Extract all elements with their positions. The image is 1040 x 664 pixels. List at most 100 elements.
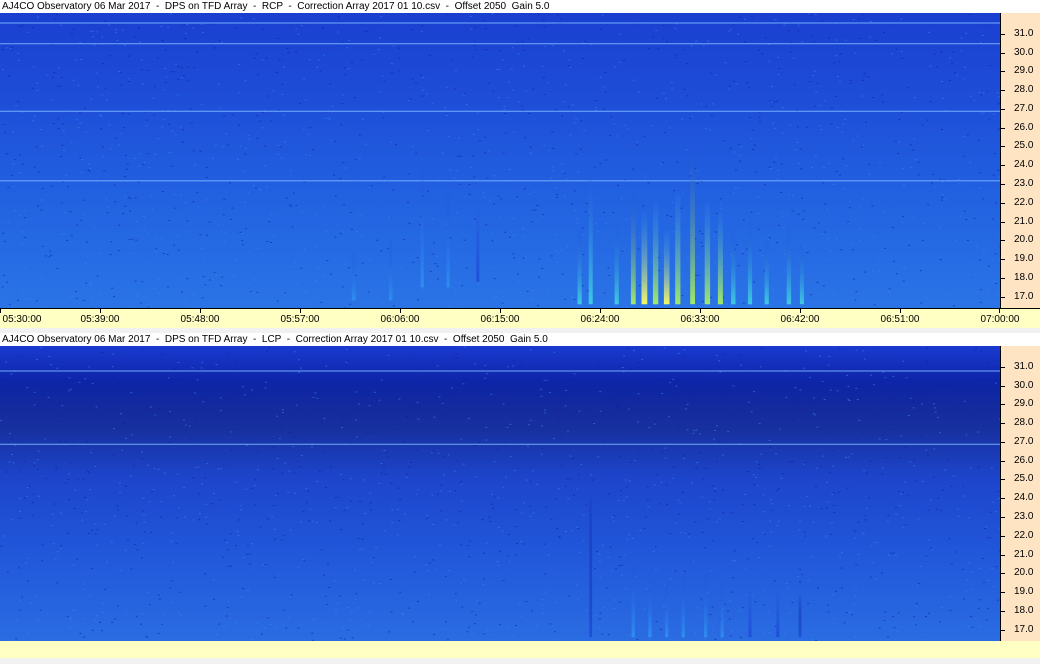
y-tick-label: 22.0 xyxy=(1014,529,1034,541)
x-tick-label: 06:06:00 xyxy=(380,314,420,325)
time-axis: 05:30:00 05:39:00 05:48:00 05:57:00 06:06:00… xyxy=(0,308,1040,328)
y-tick-label: 21.0 xyxy=(1014,215,1034,227)
burst-streak xyxy=(776,592,780,638)
lcp-time-axis-strip xyxy=(0,641,1040,658)
y-tick xyxy=(1001,71,1005,73)
interference-line xyxy=(0,43,1000,45)
x-tick-label: 06:15:00 xyxy=(480,314,520,325)
interference-line xyxy=(0,22,1000,24)
rcp-frequency-axis: 31.0 30.0 29.0 28.0 27.0 26.0 25.0 24.0 23.0 22.0… xyxy=(1000,13,1040,308)
burst-streak xyxy=(476,212,480,282)
burst-streak xyxy=(652,202,659,305)
burst-streak xyxy=(630,193,636,305)
y-tick xyxy=(1001,404,1005,406)
y-tick xyxy=(1001,554,1005,556)
lcp-spectrogram-svg xyxy=(0,346,1000,641)
burst-streak xyxy=(675,193,681,305)
y-tick-label: 27.0 xyxy=(1014,435,1034,447)
noise-texture xyxy=(0,346,1000,641)
y-tick-label: 22.0 xyxy=(1014,196,1034,208)
y-tick xyxy=(1001,535,1005,537)
burst-streak xyxy=(731,231,736,305)
burst-streak xyxy=(690,146,695,305)
burst-streak xyxy=(614,221,619,305)
burst-streak xyxy=(720,582,724,638)
y-tick-label: 24.0 xyxy=(1014,492,1034,504)
y-tick xyxy=(1001,127,1005,129)
y-tick xyxy=(1001,90,1005,91)
y-tick xyxy=(1001,202,1005,204)
y-tick xyxy=(1001,240,1005,242)
interference-line xyxy=(0,180,1000,182)
y-tick-label: 26.0 xyxy=(1014,454,1034,466)
y-tick xyxy=(1001,498,1005,500)
y-tick-label: 28.0 xyxy=(1014,417,1034,428)
y-tick-label: 19.0 xyxy=(1014,253,1034,265)
y-tick xyxy=(1001,479,1005,481)
burst-streak xyxy=(681,573,685,638)
burst-streak xyxy=(589,498,593,638)
lcp-spectrogram xyxy=(0,346,1000,641)
burst-streak xyxy=(631,564,635,638)
x-tick xyxy=(200,309,201,313)
y-tick xyxy=(1001,296,1005,298)
burst-streak xyxy=(648,573,652,638)
burst-streak xyxy=(641,212,648,305)
x-tick xyxy=(600,309,601,313)
y-tick-label: 27.0 xyxy=(1014,102,1034,114)
interference-line xyxy=(0,443,1000,445)
y-tick xyxy=(1001,165,1005,167)
x-tick xyxy=(999,309,1000,313)
y-tick xyxy=(1001,277,1005,279)
rcp-panel-title: AJ4CO Observatory 06 Mar 2017 - DPS on T… xyxy=(0,0,1040,13)
y-tick-label: 31.0 xyxy=(1014,27,1034,39)
rcp-spectrogram xyxy=(0,13,1000,308)
x-tick-label: 07:00:00 xyxy=(980,314,1020,325)
y-tick-label: 19.0 xyxy=(1014,586,1034,598)
burst-streak xyxy=(798,595,802,638)
burst-streak xyxy=(588,161,593,305)
y-tick xyxy=(1001,33,1005,35)
burst-streak xyxy=(764,240,769,305)
interference-line xyxy=(0,110,1000,112)
x-tick xyxy=(700,309,701,313)
burst-streak xyxy=(577,231,582,305)
y-tick-label: 18.0 xyxy=(1014,271,1034,283)
y-tick xyxy=(1001,52,1005,54)
x-tick-label: 05:57:00 xyxy=(280,314,320,325)
y-tick-label: 20.0 xyxy=(1014,234,1034,246)
y-tick-label: 29.0 xyxy=(1014,398,1034,410)
burst-streak xyxy=(351,249,356,301)
burst-streak xyxy=(704,202,711,305)
y-tick-label: 28.0 xyxy=(1014,84,1034,95)
burst-streak xyxy=(786,231,792,305)
y-tick-label: 17.0 xyxy=(1014,623,1034,635)
x-tick xyxy=(100,309,101,313)
y-tick-label: 25.0 xyxy=(1014,473,1034,485)
y-tick xyxy=(1001,184,1005,185)
x-tick-label: 06:51:00 xyxy=(880,314,920,325)
x-tick xyxy=(800,309,801,313)
x-tick-label: 06:24:00 xyxy=(580,314,620,325)
x-tick-label: 05:48:00 xyxy=(180,314,220,325)
x-tick-label: 06:33:00 xyxy=(680,314,720,325)
y-tick xyxy=(1001,592,1005,594)
y-tick xyxy=(1001,108,1005,110)
y-tick xyxy=(1001,366,1005,368)
y-tick-label: 21.0 xyxy=(1014,548,1034,560)
lcp-panel-title: AJ4CO Observatory 06 Mar 2017 - DPS on T… xyxy=(0,333,1040,346)
interference-line xyxy=(0,370,1000,372)
y-tick xyxy=(1001,259,1005,261)
y-tick xyxy=(1001,423,1005,424)
y-tick-label: 18.0 xyxy=(1014,604,1034,616)
x-tick xyxy=(300,309,301,313)
x-tick-label: 06:42:00 xyxy=(780,314,820,325)
y-tick-label: 17.0 xyxy=(1014,290,1034,302)
y-tick xyxy=(1001,441,1005,443)
burst-streak xyxy=(703,573,708,638)
y-tick-label: 25.0 xyxy=(1014,140,1034,152)
noise-texture xyxy=(1,13,1000,308)
y-tick xyxy=(1001,460,1005,462)
y-tick xyxy=(1001,610,1005,612)
y-tick-label: 26.0 xyxy=(1014,121,1034,133)
